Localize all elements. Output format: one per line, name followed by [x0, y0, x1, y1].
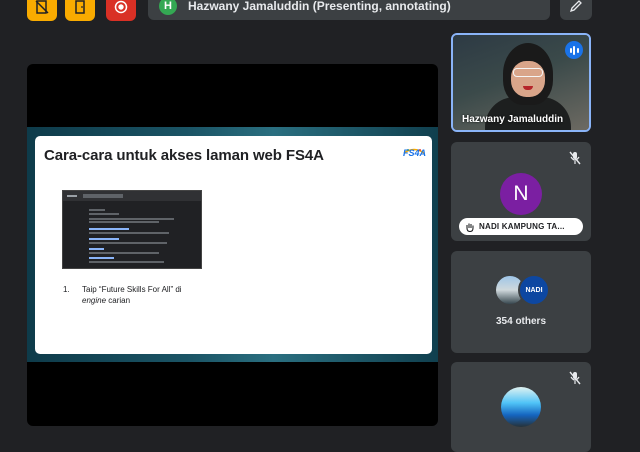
participant-name: NADI KAMPUNG TA...	[479, 222, 565, 231]
doc-off-button[interactable]	[27, 0, 57, 21]
presenter-avatar: H	[159, 0, 177, 15]
fs4a-logo: FS4A	[402, 142, 426, 160]
mic-off-icon	[569, 371, 581, 385]
presentation-slide: Cara-cara untuk akses laman web FS4A FS4…	[35, 136, 432, 354]
avatar: NADI	[518, 274, 550, 306]
participant-tile-video[interactable]: Hazwany Jamaluddin	[451, 33, 591, 132]
logo-text: FS4A	[403, 148, 427, 158]
speaking-indicator-icon	[565, 41, 583, 59]
presenter-banner[interactable]: H Hazwany Jamaluddin (Presenting, annota…	[148, 0, 550, 20]
others-count: 354 others	[495, 316, 547, 327]
step-number: 1.	[63, 285, 70, 294]
presenter-label: Hazwany Jamaluddin (Presenting, annotati…	[188, 0, 451, 13]
slide-title: Cara-cara untuk akses laman web FS4A	[44, 147, 324, 164]
door-icon	[75, 0, 85, 14]
record-button[interactable]	[106, 0, 136, 21]
participant-tile-n[interactable]: N NADI KAMPUNG TA...	[451, 142, 591, 241]
presentation-stage[interactable]: Cara-cara untuk akses laman web FS4A FS4…	[27, 64, 438, 426]
participant-name: Hazwany Jamaluddin	[462, 114, 564, 125]
avatar	[501, 387, 541, 427]
avatar: N	[500, 173, 542, 215]
hand-raise-icon	[466, 223, 474, 232]
others-tile[interactable]: NADI 354 others	[451, 251, 591, 353]
pen-icon	[569, 0, 582, 13]
annotate-button[interactable]	[560, 0, 592, 20]
participant-tile[interactable]	[451, 362, 591, 452]
mic-off-icon	[569, 151, 581, 165]
record-icon	[114, 0, 128, 13]
search-screenshot	[62, 190, 202, 269]
step-text: Taip “Future Skills For All” di engine c…	[82, 285, 182, 305]
leave-door-button[interactable]	[65, 0, 95, 21]
name-chip: NADI KAMPUNG TA...	[459, 218, 583, 235]
doc-off-icon	[35, 0, 49, 14]
